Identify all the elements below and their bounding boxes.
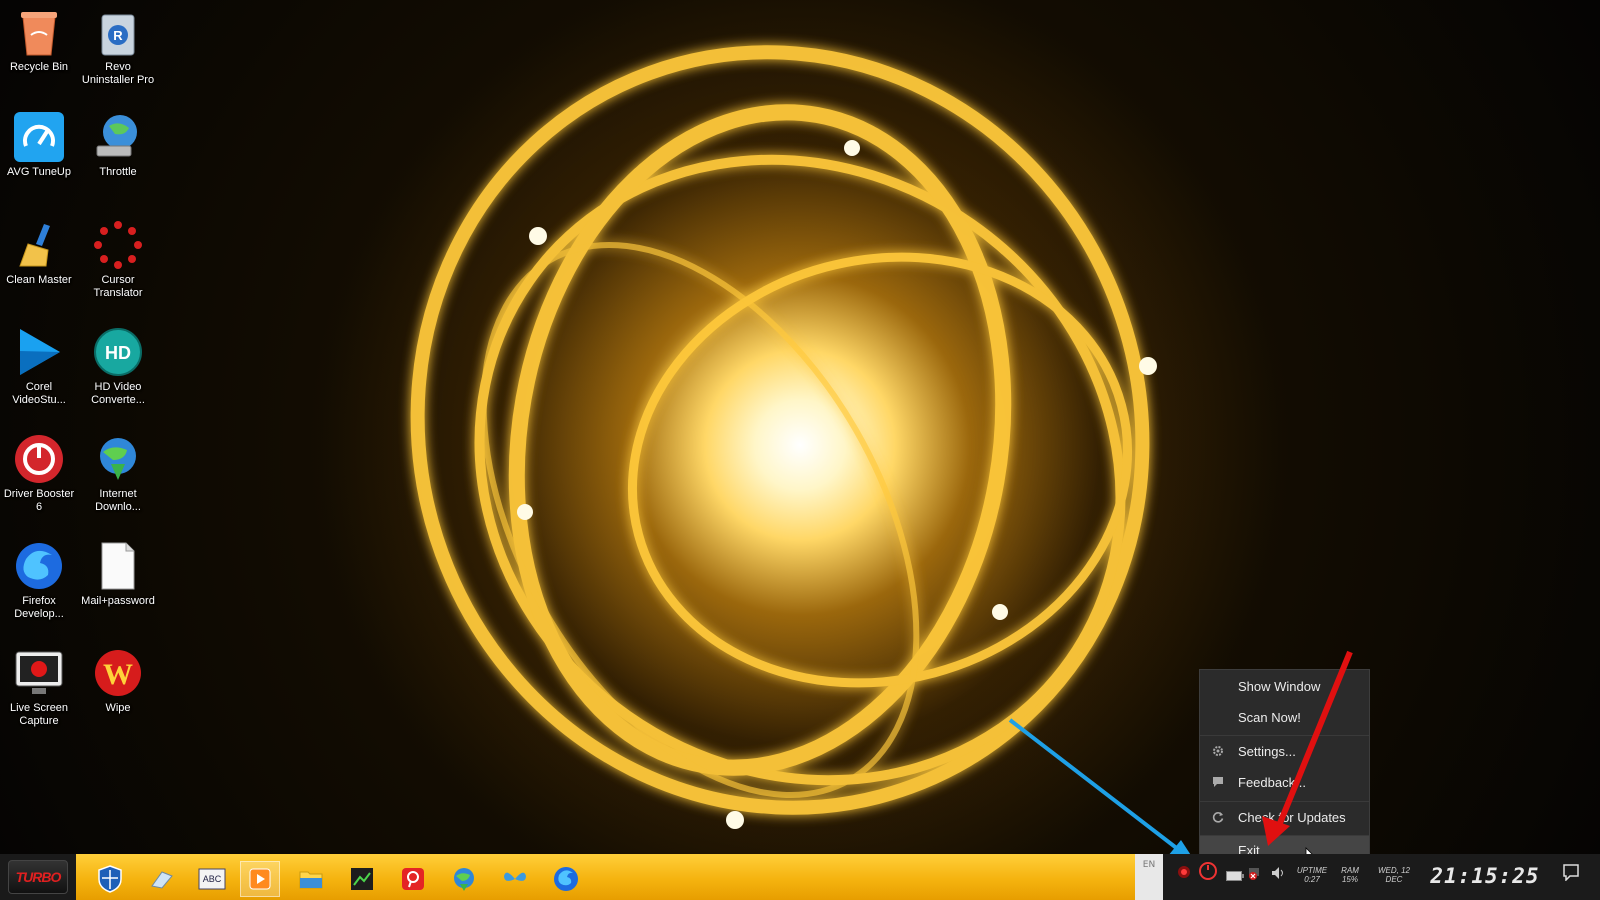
driver-booster-icon [13, 433, 65, 485]
desktop-icon-throttle[interactable]: Throttle [79, 111, 157, 179]
live-screen-capture-icon [13, 647, 65, 699]
internet-download-manager-icon [92, 433, 144, 485]
desktop-icon-label: AVG TuneUp [7, 166, 71, 178]
date-readout[interactable]: WED, 12 DEC [1371, 866, 1417, 884]
menu-item-label: Show Window [1238, 679, 1321, 694]
desktop-icon-hd-video-converter[interactable]: HD HD Video Converte... [79, 326, 157, 407]
taskbar-apps-band: ABC [76, 854, 1135, 900]
uptime-readout: UPTIME 0:27 [1290, 866, 1334, 884]
refresh-icon [1212, 811, 1224, 826]
driver-booster-tray-icon[interactable] [1199, 862, 1217, 884]
desktop-icon-recycle-bin[interactable]: Recycle Bin [0, 6, 78, 74]
desktop-icon-clean-master[interactable]: Clean Master [0, 219, 78, 287]
corel-videostudio-icon [13, 326, 65, 378]
desktop-icon-label: Cursor Translator [93, 274, 143, 299]
ram-value: 15% [1341, 875, 1358, 884]
clock[interactable]: 21:15:25 [1430, 864, 1540, 890]
red-pin-app-icon[interactable] [393, 861, 433, 897]
red-tray-icon[interactable] [1177, 864, 1191, 883]
desktop-icon-wipe[interactable]: W Wipe [79, 647, 157, 715]
wipe-icon: W [92, 647, 144, 699]
desktop-icon-label: Wipe [105, 702, 131, 714]
menu-item-label: Settings... [1238, 744, 1296, 759]
menu-item-show-window[interactable]: Show Window [1200, 672, 1369, 702]
desktop-icon-label: Driver Booster 6 [3, 488, 75, 513]
recycle-bin-icon [13, 6, 65, 58]
hd-video-converter-icon: HD [92, 326, 144, 378]
desktop-icon-label: Mail+password [81, 595, 155, 607]
menu-item-label: Check for Updates [1238, 810, 1346, 825]
eraser-icon[interactable] [141, 861, 181, 897]
taskbar: TURBO ABC EN UPTIME 0:27 RAM 15% WED, 12… [0, 854, 1600, 900]
language-indicator[interactable]: EN [1135, 854, 1163, 900]
ram-label: RAM [1341, 866, 1359, 875]
desktop-icon-label: Live Screen Capture [9, 702, 69, 727]
desktop-icon-cursor-translator[interactable]: Cursor Translator [79, 219, 157, 300]
svg-text:R: R [113, 28, 123, 43]
cursor-translator-icon [92, 219, 144, 271]
desktop-icon-live-screen-capture[interactable]: Live Screen Capture [0, 647, 78, 728]
desktop-icon-label: Corel VideoStu... [12, 381, 66, 406]
date-month: DEC [1385, 875, 1403, 884]
network-disconnected-icon[interactable] [1248, 865, 1264, 884]
svg-text:ABC: ABC [203, 874, 222, 884]
menu-item-settings[interactable]: Settings... [1200, 737, 1369, 767]
clean-master-icon [13, 219, 65, 271]
desktop-icon-avg-tuneup[interactable]: AVG TuneUp [0, 111, 78, 179]
battery-icon[interactable] [1226, 866, 1244, 885]
action-center-icon[interactable] [1562, 863, 1580, 885]
desktop-icon-corel-videostudio[interactable]: Corel VideoStu... [0, 326, 78, 407]
desktop-icon-label: Firefox Develop... [14, 595, 64, 620]
desktop-icon-label: Recycle Bin [9, 61, 69, 73]
blue-butterfly-app-icon[interactable] [495, 861, 535, 897]
ram-readout: RAM 15% [1337, 866, 1363, 884]
start-button[interactable]: TURBO [8, 860, 68, 894]
menu-item-scan-now[interactable]: Scan Now! [1200, 703, 1369, 733]
text-file-icon [92, 540, 144, 592]
media-player-icon[interactable] [240, 861, 280, 897]
chat-icon [1212, 776, 1224, 791]
throttle-icon [92, 111, 144, 163]
uptime-label: UPTIME [1296, 866, 1328, 875]
desktop-icon-label: Throttle [99, 166, 137, 178]
date-day: WED, 12 [1377, 866, 1410, 875]
menu-item-feedback[interactable]: Feedback... [1200, 768, 1369, 798]
desktop-icon-label: Revo Uninstaller Pro [81, 61, 155, 86]
desktop-icon-label: Internet Downlo... [95, 488, 141, 513]
desktop-icon-label: Clean Master [6, 274, 72, 286]
green-grid-app-icon[interactable] [342, 861, 382, 897]
avg-tuneup-icon [13, 111, 65, 163]
menu-item-check-updates[interactable]: Check for Updates [1200, 803, 1369, 833]
desktop-icon-revo-uninstaller[interactable]: R Revo Uninstaller Pro [79, 6, 157, 87]
start-area: TURBO [0, 854, 76, 900]
abc-spell-icon[interactable]: ABC [192, 861, 232, 897]
revo-uninstaller-icon: R [92, 6, 144, 58]
svg-text:HD: HD [105, 343, 131, 363]
menu-separator [1200, 735, 1369, 736]
firefox-developer-icon [13, 540, 65, 592]
tray-context-menu: Show Window Scan Now! Settings... Feedba… [1199, 669, 1370, 867]
uptime-value: 0:27 [1304, 875, 1320, 884]
firefox-icon[interactable] [546, 861, 586, 897]
file-explorer-icon[interactable] [291, 861, 331, 897]
internet-download-manager-icon[interactable] [444, 861, 484, 897]
desktop-icon-mail-password[interactable]: Mail+password [79, 540, 157, 608]
gear-icon [1212, 745, 1224, 760]
desktop-icon-internet-download-manager[interactable]: Internet Downlo... [79, 433, 157, 514]
desktop-icon-firefox-developer[interactable]: Firefox Develop... [0, 540, 78, 621]
menu-separator [1200, 801, 1369, 802]
volume-icon[interactable] [1271, 865, 1287, 884]
desktop-icon-driver-booster[interactable]: Driver Booster 6 [0, 433, 78, 514]
menu-item-label: Feedback... [1238, 775, 1306, 790]
desktop-icon-label: HD Video Converte... [91, 381, 145, 406]
svg-text:W: W [103, 658, 133, 691]
windows-defender-icon[interactable] [90, 861, 130, 897]
menu-item-label: Scan Now! [1238, 710, 1301, 725]
